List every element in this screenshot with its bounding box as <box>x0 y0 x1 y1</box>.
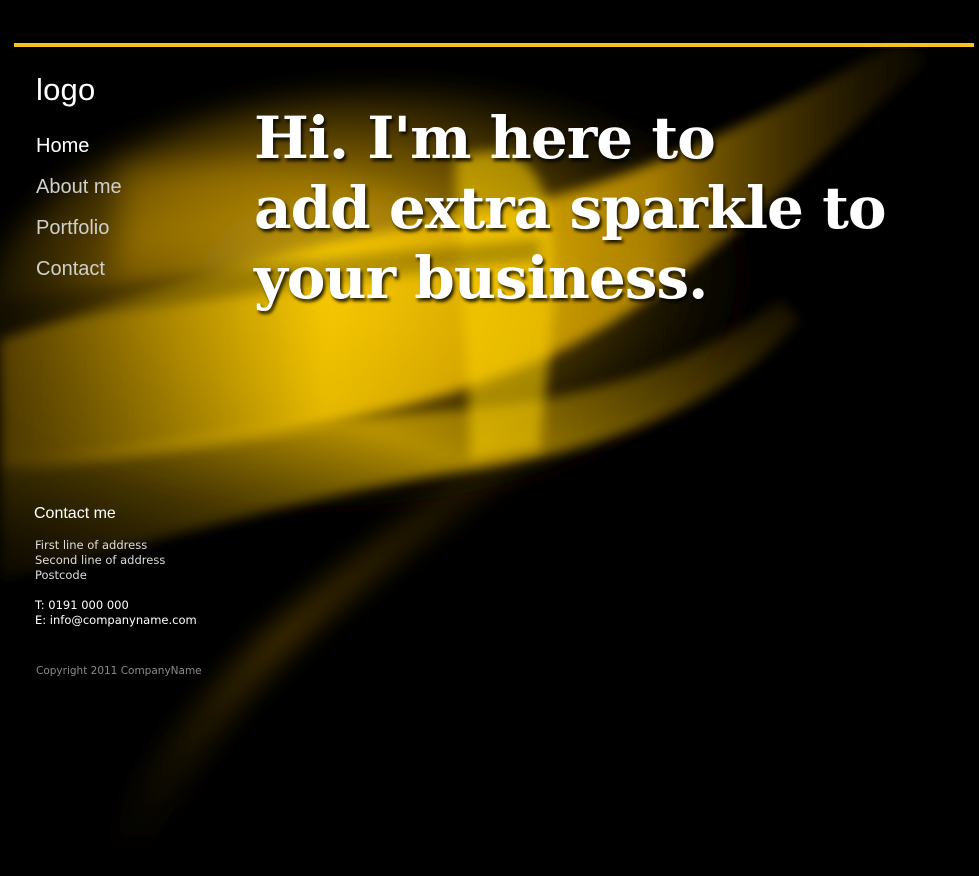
address-postcode: Postcode <box>35 568 87 582</box>
hero-headline: Hi. I'm here to add extra sparkle to you… <box>254 103 954 313</box>
nav-item-portfolio[interactable]: Portfolio <box>36 216 122 257</box>
nav-item-about-me[interactable]: About me <box>36 175 122 216</box>
footer-copyright: Copyright 2011 CompanyName <box>36 665 202 677</box>
contact-heading: Contact me <box>34 505 116 522</box>
address-line-1: First line of address <box>35 538 148 552</box>
hero-line-1: Hi. I'm here to <box>254 104 716 172</box>
address-line-2: Second line of address <box>35 553 166 567</box>
contact-details: T: 0191 000 000 E: info@companyname.com <box>35 598 197 628</box>
hero-line-3: your business. <box>254 244 708 312</box>
top-accent-rule <box>14 43 974 47</box>
nav-item-home[interactable]: Home <box>36 134 122 175</box>
nav-item-contact[interactable]: Contact <box>36 257 122 298</box>
contact-address: First line of address Second line of add… <box>35 538 165 583</box>
contact-phone: T: 0191 000 000 <box>35 598 129 612</box>
site-logo[interactable]: logo <box>36 72 95 108</box>
main-nav: Home About me Portfolio Contact <box>36 134 122 298</box>
contact-email[interactable]: E: info@companyname.com <box>35 613 197 628</box>
hero-line-2: add extra sparkle to <box>254 174 887 242</box>
